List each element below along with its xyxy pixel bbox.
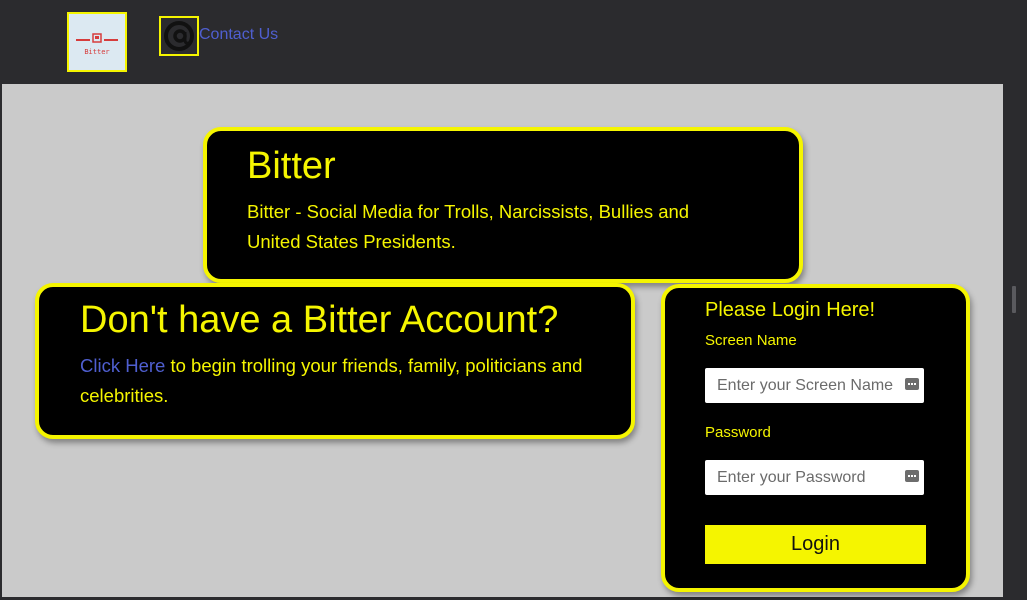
- login-button[interactable]: Login: [705, 525, 926, 564]
- screen-name-label: Screen Name: [705, 332, 797, 349]
- login-title: Please Login Here!: [705, 299, 876, 321]
- screen-name-field: [705, 368, 924, 403]
- contact-at-icon: [164, 21, 194, 51]
- password-manager-key-icon[interactable]: [905, 378, 919, 390]
- screen-name-input[interactable]: [705, 368, 902, 403]
- resize-handle[interactable]: [1012, 286, 1016, 313]
- hero-panel: Bitter Bitter - Social Media for Trolls,…: [203, 127, 803, 283]
- logo-text: Bitter: [84, 48, 110, 56]
- password-manager-key-icon[interactable]: [905, 470, 919, 482]
- bitter-logo[interactable]: Bitter: [67, 12, 127, 72]
- click-here-link[interactable]: Click Here: [80, 355, 165, 376]
- top-navigation-bar: Bitter Contact Us: [0, 0, 1027, 84]
- signup-title: Don't have a Bitter Account?: [80, 299, 559, 341]
- hero-title: Bitter: [247, 145, 336, 187]
- hero-description: Bitter - Social Media for Trolls, Narcis…: [247, 201, 690, 252]
- logo-right-line: [104, 39, 118, 41]
- password-label: Password: [705, 424, 771, 441]
- contact-us-link[interactable]: Contact Us: [199, 26, 278, 44]
- signup-message: Click Here to begin trolling your friend…: [80, 351, 605, 411]
- signup-panel: Don't have a Bitter Account? Click Here …: [35, 283, 635, 439]
- right-edge-bar: [1003, 84, 1027, 600]
- contact-icon-button[interactable]: [159, 16, 199, 56]
- password-field: [705, 460, 924, 495]
- password-input[interactable]: [705, 460, 902, 495]
- bitter-logo-icon: [92, 33, 102, 43]
- login-panel: Please Login Here! Screen Name Password …: [661, 284, 970, 592]
- logo-left-line: [76, 39, 90, 41]
